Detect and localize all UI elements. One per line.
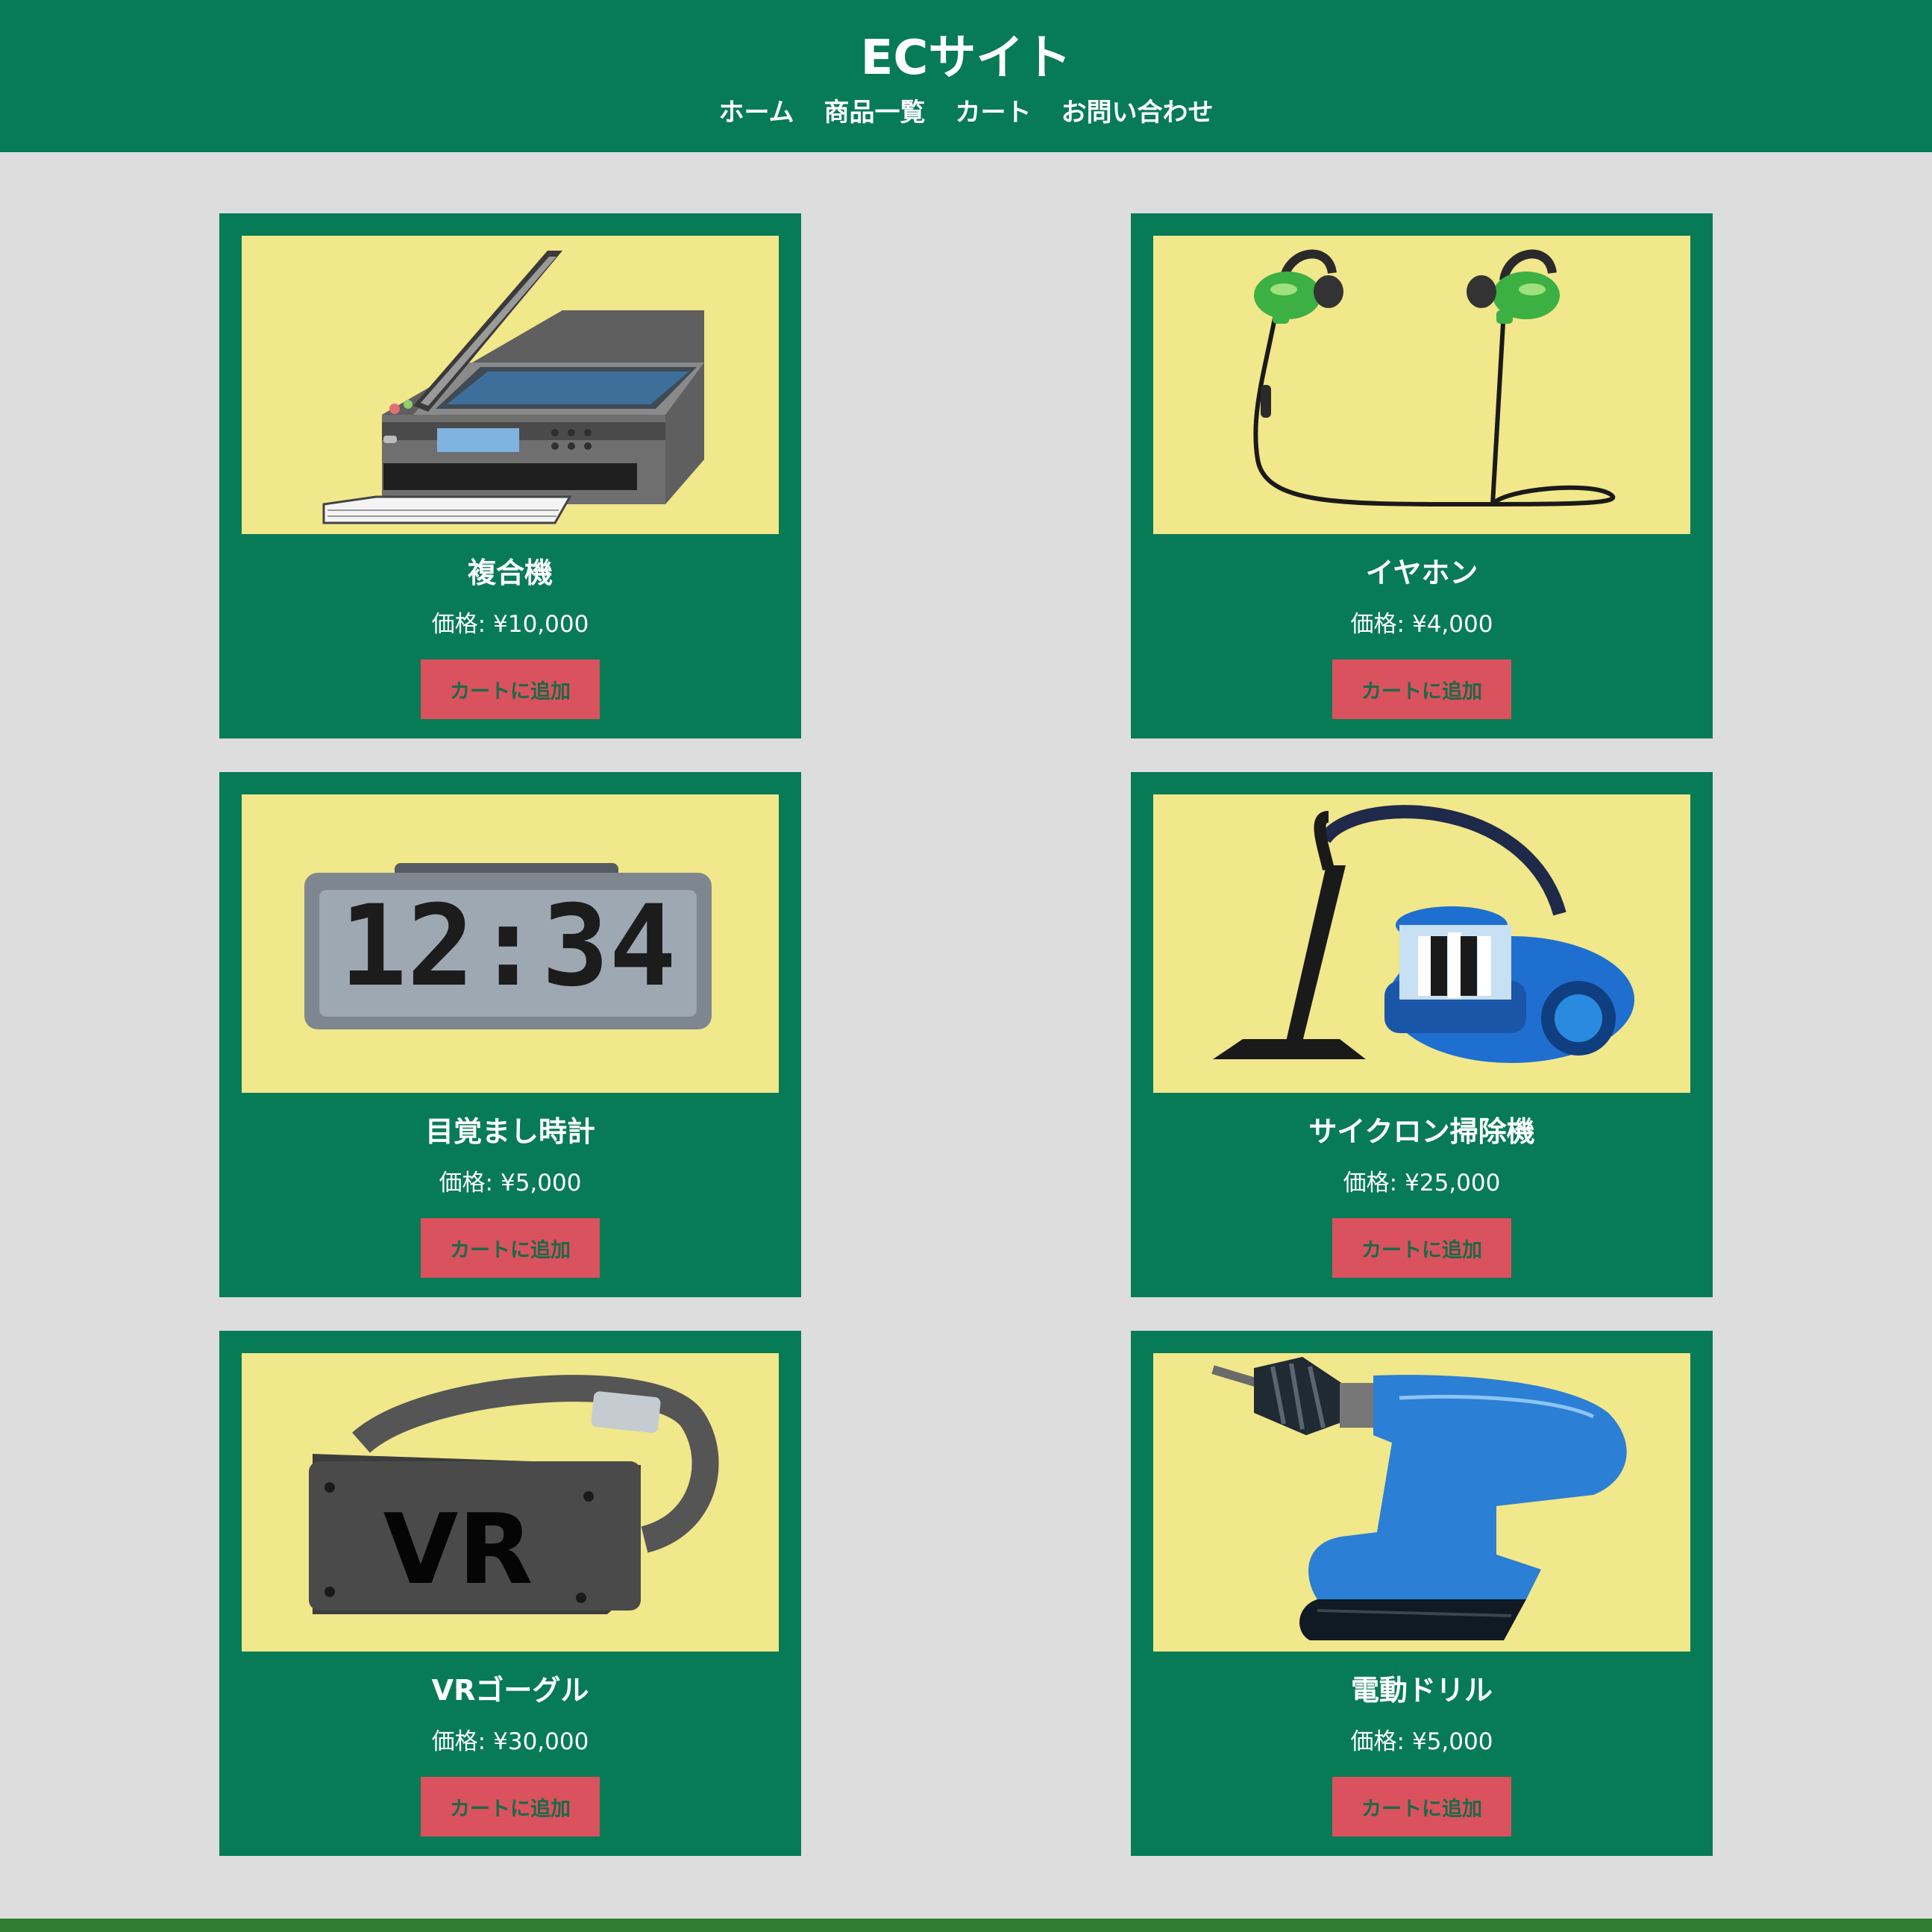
price-label: 価格: <box>439 1170 493 1196</box>
add-to-cart-button[interactable]: カートに追加 <box>1332 1777 1511 1837</box>
nav-link-contact[interactable]: お問い合わせ <box>1061 94 1213 131</box>
price-label: 価格: <box>431 611 486 638</box>
product-price: 価格: ¥25,000 <box>1131 1164 1713 1202</box>
product-name: 電動ドリル <box>1350 1674 1493 1707</box>
price-value: ¥30,000 <box>493 1728 589 1755</box>
product-image <box>1153 1353 1690 1652</box>
nav-link-products[interactable]: 商品一覧 <box>824 94 925 131</box>
product-name: VRゴーグル <box>431 1674 589 1707</box>
vr-label: VR <box>383 1493 533 1606</box>
product-image <box>1153 236 1690 534</box>
site-title: ECサイト <box>860 31 1072 86</box>
price-label: 価格: <box>431 1728 486 1755</box>
nav-link-cart[interactable]: カート <box>955 94 1031 131</box>
site-footer <box>0 1919 1932 1932</box>
product-name: イヤホン <box>1365 556 1478 589</box>
electric-drill-icon <box>1211 1357 1627 1640</box>
product-card: イヤホン 価格: ¥4,000 カートに追加 <box>1131 213 1713 738</box>
product-image: VR <box>242 1353 779 1652</box>
alarm-clock-icon: 12:34 <box>304 863 712 1029</box>
add-to-cart-button[interactable]: カートに追加 <box>421 659 600 719</box>
nav-link-home[interactable]: ホーム <box>719 94 794 131</box>
product-card: サイクロン掃除機 価格: ¥25,000 カートに追加 <box>1131 772 1713 1297</box>
price-value: ¥5,000 <box>1411 1728 1493 1755</box>
price-label: 価格: <box>1350 1728 1405 1755</box>
price-label: 価格: <box>1343 1170 1398 1196</box>
product-price: 価格: ¥5,000 <box>219 1164 801 1202</box>
add-to-cart-button[interactable]: カートに追加 <box>421 1777 600 1837</box>
product-card: 12:34 目覚まし時計 価格: ¥5,000 カートに追加 <box>219 772 801 1297</box>
price-value: ¥10,000 <box>493 611 589 638</box>
earphones-icon <box>1253 249 1616 506</box>
site-header: ECサイト ホーム 商品一覧 カート お問い合わせ <box>0 0 1932 152</box>
product-grid: 複合機 価格: ¥10,000 カートに追加 イヤホン 価格: ¥4,000 カ… <box>219 213 1713 1856</box>
price-value: ¥5,000 <box>500 1170 582 1196</box>
product-image <box>242 236 779 534</box>
product-name: 目覚まし時計 <box>424 1115 595 1148</box>
add-to-cart-button[interactable]: カートに追加 <box>1332 659 1511 719</box>
add-to-cart-button[interactable]: カートに追加 <box>421 1218 600 1278</box>
price-label: 価格: <box>1350 611 1405 638</box>
product-image <box>1153 794 1690 1093</box>
main-nav: ホーム 商品一覧 カート お問い合わせ <box>0 94 1932 131</box>
vacuum-cleaner-icon <box>1213 805 1634 1063</box>
add-to-cart-button[interactable]: カートに追加 <box>1332 1218 1511 1278</box>
product-card: 電動ドリル 価格: ¥5,000 カートに追加 <box>1131 1331 1713 1856</box>
product-price: 価格: ¥4,000 <box>1131 606 1713 643</box>
price-value: ¥4,000 <box>1411 611 1493 638</box>
product-price: 価格: ¥5,000 <box>1131 1723 1713 1760</box>
printer-icon <box>322 251 704 524</box>
product-card: VR VRゴーグル 価格: ¥30,000 カートに追加 <box>219 1331 801 1856</box>
product-name: 複合機 <box>467 556 553 589</box>
price-value: ¥25,000 <box>1405 1170 1501 1196</box>
product-price: 価格: ¥30,000 <box>219 1723 801 1760</box>
clock-display: 12:34 <box>339 882 677 1012</box>
product-name: サイクロン掃除機 <box>1308 1115 1535 1148</box>
product-price: 価格: ¥10,000 <box>219 606 801 643</box>
product-image: 12:34 <box>242 794 779 1093</box>
vr-goggles-icon: VR <box>309 1375 719 1614</box>
product-card: 複合機 価格: ¥10,000 カートに追加 <box>219 213 801 738</box>
